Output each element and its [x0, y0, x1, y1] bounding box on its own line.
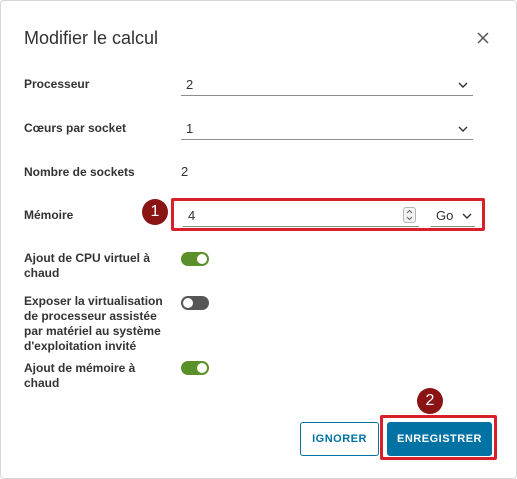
expose-virtualization-label: Exposer la virtualisation de processeur … — [24, 294, 163, 353]
memory-highlight-box — [171, 198, 485, 231]
cores-per-socket-value: 1 — [186, 121, 194, 136]
memory-hot-add-label: Ajout de mémoire à chaud — [24, 361, 136, 390]
cores-per-socket-select[interactable]: 1 — [181, 118, 473, 140]
memory-label: Mémoire — [24, 208, 74, 222]
close-button[interactable] — [473, 28, 493, 48]
processor-value: 2 — [186, 77, 194, 92]
close-icon — [477, 32, 489, 44]
save-highlight-box — [380, 415, 497, 460]
chevron-down-icon — [457, 79, 469, 91]
cpu-hot-add-toggle[interactable] — [181, 252, 209, 266]
sockets-label: Nombre de sockets — [24, 165, 135, 179]
toggle-knob — [197, 254, 207, 264]
dialog-title: Modifier le calcul — [24, 28, 159, 48]
cpu-hot-add-label: Ajout de CPU virtuel à chaud — [24, 251, 151, 280]
toggle-knob — [183, 298, 193, 308]
sockets-value: 2 — [181, 164, 189, 179]
step-marker-1: 1 — [142, 199, 168, 225]
memory-hot-add-toggle[interactable] — [181, 361, 209, 375]
cancel-button[interactable]: IGNORER — [300, 422, 379, 456]
chevron-down-icon — [457, 123, 469, 135]
processor-label: Processeur — [24, 77, 90, 91]
toggle-knob — [197, 363, 207, 373]
cores-per-socket-label: Cœurs par socket — [24, 121, 127, 135]
expose-virtualization-toggle[interactable] — [181, 296, 209, 310]
processor-select[interactable]: 2 — [181, 74, 473, 96]
step-marker-2: 2 — [417, 388, 443, 414]
